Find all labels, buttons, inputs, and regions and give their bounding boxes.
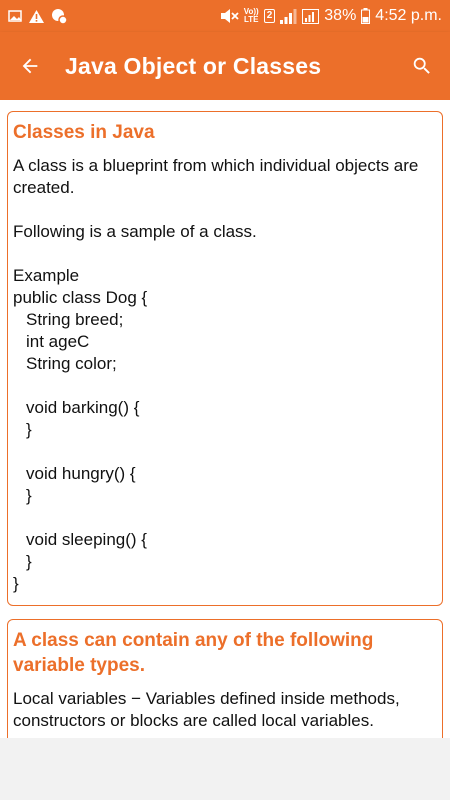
bottom-blank-area — [0, 738, 450, 800]
classes-card: Classes in Java A class is a blueprint f… — [7, 111, 443, 606]
status-left — [8, 8, 67, 24]
code-line: } — [26, 552, 32, 571]
code-line: String breed; — [26, 310, 124, 329]
code-line: void barking() { — [26, 398, 140, 417]
code-line: public class Dog { — [13, 288, 148, 307]
example-label: Example — [13, 266, 80, 285]
data-saver-icon — [52, 9, 67, 24]
code-line: void hungry() { — [26, 464, 136, 483]
search-button[interactable] — [394, 32, 450, 100]
variable-types-card: A class can contain any of the following… — [7, 619, 443, 738]
intro-text: A class is a blueprint from which indivi… — [13, 156, 419, 197]
lte-label: LTE — [243, 15, 259, 24]
signal-icon-secondary — [302, 8, 320, 24]
code-line: } — [13, 574, 19, 593]
app-bar: Java Object or Classes — [0, 32, 450, 100]
status-bar: Vo)) LTE 2 38% 4:52 p.m. — [0, 0, 450, 32]
card-title: Classes in Java — [13, 122, 155, 143]
code-line: String color; — [26, 354, 117, 373]
warning-icon — [29, 9, 44, 23]
card-title: A class can contain any of the following… — [13, 630, 374, 676]
search-icon — [413, 57, 430, 74]
battery-icon — [361, 8, 371, 24]
arrow-back-icon — [22, 58, 38, 74]
mute-icon — [220, 9, 239, 23]
sim-slot-badge: 2 — [263, 9, 276, 23]
status-right: Vo)) LTE 2 38% 4:52 p.m. — [219, 7, 442, 25]
volte-indicator: Vo)) LTE — [244, 8, 259, 24]
code-line: int ageC — [26, 332, 90, 351]
code-line: void sleeping() { — [26, 530, 147, 549]
code-line: } — [26, 420, 32, 439]
back-button[interactable] — [0, 32, 60, 100]
battery-percentage: 38% — [324, 7, 357, 24]
gallery-notification-icon — [8, 10, 22, 22]
sample-text: Following is a sample of a class. — [13, 222, 257, 241]
page-title: Java Object or Classes — [65, 52, 322, 79]
signal-icon — [280, 8, 297, 24]
clock: 4:52 p.m. — [375, 7, 442, 24]
local-variables-text: Local variables − Variables defined insi… — [13, 689, 400, 730]
content-scroll[interactable]: Classes in Java A class is a blueprint f… — [0, 100, 450, 738]
code-line: } — [26, 486, 32, 505]
